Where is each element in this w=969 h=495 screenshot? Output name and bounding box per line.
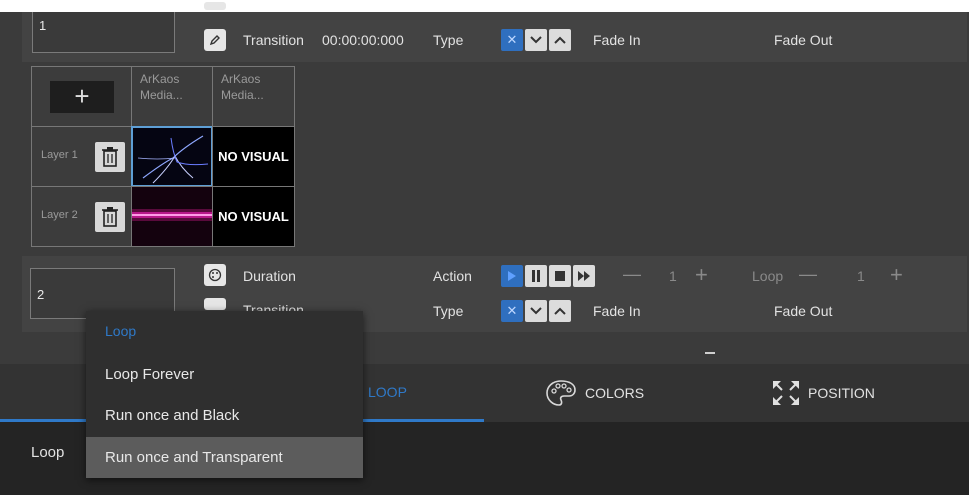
- type-cut-button[interactable]: ✕: [501, 300, 523, 322]
- option-run-once-transparent[interactable]: Run once and Transparent: [86, 437, 363, 478]
- expand-icon: [770, 378, 802, 411]
- trash-icon[interactable]: [95, 202, 125, 232]
- layer-1-media-thumbnail[interactable]: [131, 126, 213, 187]
- layer-1-label: Layer 1: [41, 149, 78, 161]
- loop-decrease-button[interactable]: —: [799, 264, 817, 285]
- fast-forward-button[interactable]: [573, 265, 595, 287]
- tab-loop-label: LOOP: [368, 384, 407, 400]
- type-label: Type: [433, 32, 464, 48]
- resize-handle[interactable]: [705, 352, 715, 354]
- layer-2-header: Layer 2: [31, 186, 132, 247]
- stop-button[interactable]: [549, 265, 571, 287]
- type-fade-out-button[interactable]: [549, 29, 571, 51]
- loop-mode-label: Loop: [31, 444, 65, 461]
- grid-corner: +: [31, 66, 132, 127]
- layer-1-visual[interactable]: NO VISUAL: [212, 126, 295, 187]
- type-fade-in-button[interactable]: [525, 29, 547, 51]
- fade-out-label: Fade Out: [774, 303, 833, 319]
- trash-icon[interactable]: [95, 142, 125, 172]
- type-fade-in-button[interactable]: [525, 300, 547, 322]
- duration-label: Duration: [243, 268, 296, 284]
- fade-in-label: Fade In: [593, 303, 641, 319]
- option-run-once-black[interactable]: Run once and Black: [86, 395, 363, 436]
- layer-2-label: Layer 2: [41, 209, 78, 221]
- repeat-count-value: 1: [669, 268, 677, 284]
- palette-icon: [545, 378, 577, 411]
- pause-button[interactable]: [525, 265, 547, 287]
- fade-in-label: Fade In: [593, 32, 641, 48]
- grid-column-header-2[interactable]: ArKaos Media...: [212, 66, 295, 127]
- loop-mode-dropdown: Loop Loop Forever Run once and Black Run…: [86, 311, 363, 478]
- repeat-increase-button[interactable]: +: [695, 262, 708, 288]
- pencil-icon[interactable]: [204, 29, 226, 51]
- cue-1-duration-icon[interactable]: [204, 2, 226, 10]
- transition-label: Transition: [243, 32, 304, 48]
- loop-label: Loop: [752, 268, 784, 284]
- option-loop-forever[interactable]: Loop Forever: [86, 354, 363, 395]
- type-cut-button[interactable]: ✕: [501, 29, 523, 51]
- tab-position-label: POSITION: [808, 385, 875, 401]
- palette-icon[interactable]: [204, 264, 226, 286]
- window-top-strip: [0, 0, 969, 12]
- transition-time-value[interactable]: 00:00:00:000: [322, 32, 404, 48]
- layer-2-visual[interactable]: NO VISUAL: [212, 186, 295, 247]
- layer-1-header: Layer 1: [31, 126, 132, 187]
- type-fade-out-button[interactable]: [549, 300, 571, 322]
- play-button[interactable]: [501, 265, 523, 287]
- cue-number-field[interactable]: 1: [32, 12, 175, 53]
- loop-increase-button[interactable]: +: [890, 262, 903, 288]
- pencil-icon[interactable]: [204, 298, 226, 310]
- tab-colors-label: COLORS: [585, 385, 645, 401]
- dropdown-selected-option[interactable]: Loop: [86, 311, 363, 352]
- repeat-decrease-button[interactable]: —: [623, 264, 641, 285]
- layer-2-media-thumbnail[interactable]: [131, 186, 213, 247]
- action-label: Action: [433, 268, 472, 284]
- type-label: Type: [433, 303, 464, 319]
- grid-column-header-1[interactable]: ArKaos Media...: [131, 66, 213, 127]
- loop-count-value: 1: [857, 268, 865, 284]
- add-layer-button[interactable]: +: [50, 81, 114, 113]
- cue-1-row: 1 Transition 00:00:00:000 Type ✕ Fade In…: [22, 2, 967, 62]
- fade-out-label: Fade Out: [774, 32, 833, 48]
